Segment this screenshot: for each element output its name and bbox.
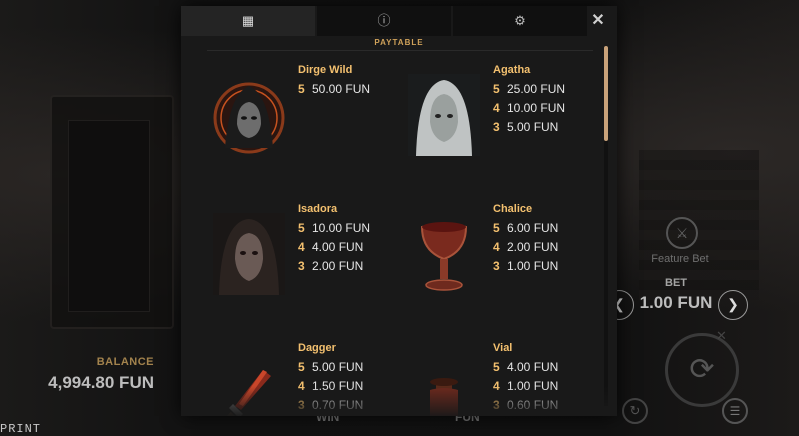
info-icon: ⓘ	[377, 13, 391, 28]
paytable-icon: ▦	[241, 13, 255, 28]
payout-count: 5	[298, 221, 305, 235]
spin-button[interactable]: ⟳	[665, 333, 739, 407]
bet-value: 1.00 FUN	[639, 293, 713, 312]
payout-count: 5	[493, 360, 500, 374]
close-button[interactable]: ✕	[583, 6, 613, 36]
chalice-symbol	[420, 222, 468, 291]
payout-count: 4	[493, 240, 500, 254]
payout-count: 5	[493, 82, 500, 96]
symbol-name: Dirge Wild	[298, 64, 353, 76]
feature-bet-label: Feature Bet	[651, 253, 709, 265]
gear-icon: ⚙	[514, 13, 526, 28]
payout-row: 5 6.00 FUN	[493, 221, 558, 235]
payout-value: 0.60 FUN	[507, 398, 559, 412]
payout-count: 3	[298, 398, 305, 412]
paytable-item: Isadora 5 10.00 FUN 4 4.00 FUN 3 2.00 FUN	[181, 203, 381, 313]
payout-count: 5	[298, 82, 305, 96]
symbol-name: Chalice	[493, 203, 533, 215]
paytable-item: Chalice 5 6.00 FUN 4 2.00 FUN 3 1.00 FUN	[376, 203, 576, 313]
payout-row: 4 10.00 FUN	[493, 101, 565, 115]
payout-row: 4 1.50 FUN	[298, 379, 363, 393]
print-label: PRINT	[0, 422, 42, 436]
payout-count: 5	[493, 221, 500, 235]
symbol-name: Isadora	[298, 203, 338, 215]
vial-symbol	[430, 378, 458, 416]
dirge-wild-symbol	[213, 82, 285, 154]
section-title: PAYTABLE	[374, 38, 424, 47]
paytable-item: Dagger 5 5.00 FUN 4 1.50 FUN 3 0.70 FUN	[181, 342, 381, 416]
tab-paytable[interactable]: ▦	[181, 6, 315, 36]
payout-row: 5 50.00 FUN	[298, 82, 370, 96]
autoplay-button[interactable]: ↻	[622, 398, 648, 424]
payout-value: 0.70 FUN	[312, 398, 364, 412]
symbol-name: Agatha	[493, 64, 531, 76]
payout-value: 6.00 FUN	[507, 221, 559, 235]
payout-count: 3	[493, 398, 500, 412]
balance-label: BALANCE	[96, 356, 154, 368]
payout-count: 5	[298, 360, 305, 374]
menu-button[interactable]: ☰	[722, 398, 748, 424]
payout-row: 5 5.00 FUN	[298, 360, 363, 374]
bet-increase-button[interactable]: ❯	[718, 290, 748, 320]
payout-row: 4 4.00 FUN	[298, 240, 363, 254]
payout-value: 1.50 FUN	[312, 379, 364, 393]
symbol-name: Dagger	[298, 342, 336, 354]
payout-row: 4 1.00 FUN	[493, 379, 558, 393]
payout-row: 5 25.00 FUN	[493, 82, 565, 96]
tab-info[interactable]: ⓘ	[317, 6, 451, 36]
payout-row: 5 10.00 FUN	[298, 221, 370, 235]
payout-row: 3 2.00 FUN	[298, 259, 363, 273]
payout-value: 2.00 FUN	[507, 240, 559, 254]
payout-row: 3 0.60 FUN	[493, 398, 558, 412]
agatha-symbol	[408, 74, 480, 156]
bet-label: BET	[665, 277, 687, 289]
payout-value: 5.00 FUN	[312, 360, 364, 374]
feature-bet-icon[interactable]: ⚔	[666, 217, 698, 249]
payout-value: 10.00 FUN	[312, 221, 371, 235]
payout-value: 1.00 FUN	[507, 259, 559, 273]
payout-row: 4 2.00 FUN	[493, 240, 558, 254]
payout-value: 50.00 FUN	[312, 82, 371, 96]
spin-icon: ⟳	[689, 353, 715, 386]
payout-row: 3 5.00 FUN	[493, 120, 558, 134]
payout-count: 4	[298, 240, 305, 254]
turbo-off-icon[interactable]: ✕	[716, 328, 727, 344]
scrollbar-thumb[interactable]	[604, 46, 608, 141]
payout-row: 3 1.00 FUN	[493, 259, 558, 273]
payout-count: 4	[493, 379, 500, 393]
payout-count: 4	[298, 379, 305, 393]
autoplay-icon: ↻	[629, 403, 641, 418]
payout-row: 5 4.00 FUN	[493, 360, 558, 374]
menu-icon: ☰	[729, 404, 741, 418]
payout-value: 10.00 FUN	[507, 101, 566, 115]
paytable-item: Dirge Wild 5 50.00 FUN	[181, 64, 381, 174]
payout-value: 25.00 FUN	[507, 82, 566, 96]
balance-value: 4,994.80 FUN	[48, 373, 154, 392]
bet-controls: ⚔ Feature Bet BET ❮ 1.00 FUN ❯ ⟳ ✕ ↻ ☰	[604, 215, 799, 436]
background-door-inner	[68, 120, 150, 312]
payout-row: 3 0.70 FUN	[298, 398, 363, 412]
paytable-modal: ▦ ⓘ ⚙ ✕ PAYTABLE Dirge Wild 5 50.00 FUN	[181, 6, 617, 416]
bet-stepper: ❮ 1.00 FUN ❯	[604, 289, 749, 321]
dagger-symbol	[220, 370, 271, 416]
payout-value: 1.00 FUN	[507, 379, 559, 393]
payout-value: 4.00 FUN	[507, 360, 559, 374]
payout-value: 2.00 FUN	[312, 259, 364, 273]
payout-count: 4	[493, 101, 500, 115]
symbol-name: Vial	[493, 342, 513, 354]
title-divider	[207, 50, 593, 51]
tab-settings[interactable]: ⚙	[453, 6, 587, 36]
payout-count: 3	[493, 120, 500, 134]
payout-count: 3	[493, 259, 500, 273]
paytable-item: Agatha 5 25.00 FUN 4 10.00 FUN 3 5.00 FUN	[376, 64, 576, 174]
isadora-symbol	[213, 213, 285, 295]
payout-count: 3	[298, 259, 305, 273]
paytable-item: Vial 5 4.00 FUN 4 1.00 FUN 3 0.60 FUN	[376, 342, 576, 416]
modal-tabs: ▦ ⓘ ⚙	[181, 6, 617, 36]
payout-value: 4.00 FUN	[312, 240, 364, 254]
payout-value: 5.00 FUN	[507, 120, 559, 134]
